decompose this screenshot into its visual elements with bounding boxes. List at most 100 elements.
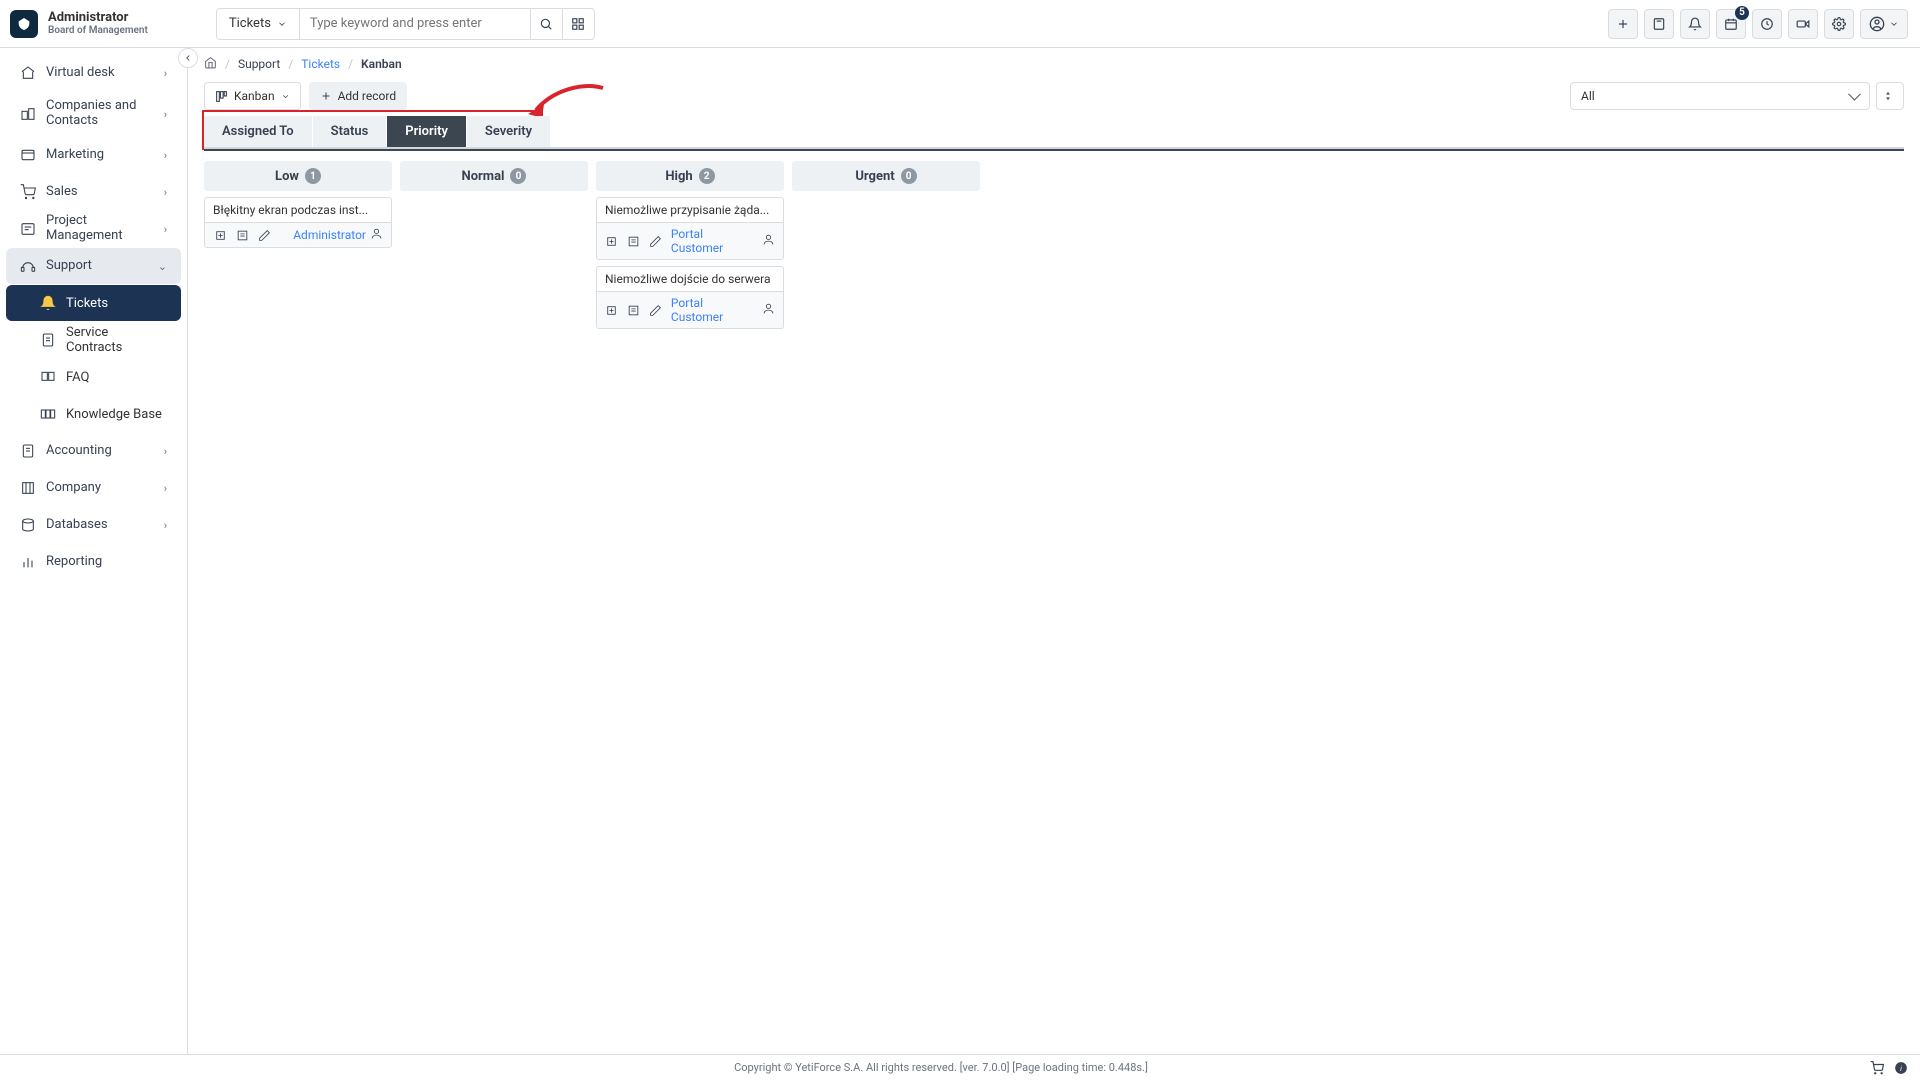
- kanban-card[interactable]: Błękitny ekran podczas inst... Administra…: [204, 197, 392, 248]
- sort-button[interactable]: [1876, 82, 1904, 110]
- tab-assigned-to[interactable]: Assigned To: [204, 116, 313, 147]
- sidebar-item-marketing[interactable]: Marketing›: [6, 137, 181, 173]
- kanban-card-footer: Portal Customer: [597, 223, 783, 259]
- nav-icon: [40, 295, 56, 311]
- expand-card-button[interactable]: [605, 234, 619, 248]
- kanban-card[interactable]: Niemożliwe przypisanie żąda...Portal Cus…: [596, 197, 784, 260]
- sidebar-item-company[interactable]: Company›: [6, 470, 181, 506]
- nav-icon: [40, 369, 56, 385]
- breadcrumb-home[interactable]: [204, 56, 217, 72]
- sidebar-collapse-button[interactable]: [178, 48, 198, 68]
- chevron-right-icon: ›: [164, 482, 167, 495]
- chevron-right-icon: ›: [164, 149, 167, 162]
- history-button[interactable]: [1752, 9, 1782, 39]
- sidebar-subitem-faq[interactable]: FAQ: [6, 359, 181, 395]
- sidebar-item-sales[interactable]: Sales›: [6, 174, 181, 210]
- info-button[interactable]: i: [1894, 1061, 1908, 1075]
- info-icon: i: [1894, 1061, 1908, 1075]
- user-icon: [370, 227, 383, 243]
- app-header: Administrator Board of Management Ticket…: [0, 0, 1920, 48]
- notifications-button[interactable]: [1680, 9, 1710, 39]
- footer-text: Copyright © YetiForce S.A. All rights re…: [12, 1061, 1870, 1074]
- sidebar-item-support[interactable]: Support⌄: [6, 248, 181, 284]
- kanban-column-count: 0: [510, 168, 526, 184]
- expand-card-button[interactable]: [213, 228, 227, 242]
- chevron-right-icon: ›: [164, 223, 167, 236]
- sidebar-item-label: Sales: [46, 185, 154, 200]
- cart-icon: [1870, 1061, 1884, 1075]
- sidebar-item-project-management[interactable]: Project Management›: [6, 211, 181, 247]
- sidebar-item-companies-and-contacts[interactable]: Companies and Contacts›: [6, 92, 181, 136]
- view-switch-button[interactable]: Kanban: [204, 82, 301, 110]
- sort-icon: [1884, 90, 1896, 102]
- tab-severity[interactable]: Severity: [467, 116, 551, 147]
- edit-card-button[interactable]: [257, 228, 271, 242]
- breadcrumb-current: Kanban: [361, 57, 402, 71]
- sidebar-subitem-tickets[interactable]: Tickets: [6, 285, 181, 321]
- calculator-button[interactable]: [1644, 9, 1674, 39]
- details-card-button[interactable]: [627, 303, 641, 317]
- main-panel: / Support / Tickets / Kanban Kanban Add …: [188, 48, 1920, 1054]
- tab-status[interactable]: Status: [313, 116, 388, 147]
- chevron-left-icon: [183, 53, 193, 63]
- app-footer: Copyright © YetiForce S.A. All rights re…: [0, 1054, 1920, 1080]
- nav-icon: [20, 480, 36, 496]
- sidebar-subitem-label: Service Contracts: [66, 325, 167, 355]
- kanban-card-footer: Administrator: [205, 223, 391, 247]
- quick-create-button[interactable]: [1608, 9, 1638, 39]
- chat-button[interactable]: [1788, 9, 1818, 39]
- search-module-label: Tickets: [229, 16, 271, 31]
- global-search-input[interactable]: [300, 9, 530, 39]
- advanced-search-button[interactable]: [562, 9, 594, 39]
- kanban-column-urgent: Urgent0: [792, 161, 980, 191]
- sidebar: Virtual desk›Companies and Contacts›Mark…: [0, 48, 188, 1054]
- brand-logo[interactable]: [10, 10, 38, 38]
- sidebar-item-label: Support: [46, 259, 148, 274]
- chevron-down-icon: [1889, 19, 1899, 29]
- sidebar-item-reporting[interactable]: Reporting: [6, 544, 181, 580]
- search-button[interactable]: [530, 9, 562, 39]
- kanban-card-footer: Portal Customer: [597, 292, 783, 328]
- breadcrumb-parent[interactable]: Tickets: [301, 57, 340, 71]
- kanban-card-title: Niemożliwe dojście do serwera: [597, 267, 783, 292]
- tab-priority[interactable]: Priority: [387, 116, 467, 147]
- brand-block: Administrator Board of Management: [48, 11, 148, 36]
- breadcrumb-module[interactable]: Support: [238, 57, 280, 71]
- svg-text:i: i: [1900, 1063, 1902, 1072]
- kanban-card-title: Błękitny ekran podczas inst...: [205, 198, 391, 223]
- sidebar-subitem-service-contracts[interactable]: Service Contracts: [6, 322, 181, 358]
- kanban-column-count: 1: [305, 168, 321, 184]
- sidebar-item-label: Databases: [46, 518, 154, 533]
- kanban-column-count: 2: [699, 168, 715, 184]
- kanban-card-assignee[interactable]: Portal Customer: [671, 227, 775, 255]
- sidebar-item-accounting[interactable]: Accounting›: [6, 433, 181, 469]
- chevron-down-icon: [277, 19, 287, 29]
- brand-subtitle: Board of Management: [48, 25, 148, 36]
- details-card-button[interactable]: [235, 228, 249, 242]
- sidebar-item-databases[interactable]: Databases›: [6, 507, 181, 543]
- edit-card-button[interactable]: [649, 234, 663, 248]
- kanban-column-high: High2Niemożliwe przypisanie żąda...Porta…: [596, 161, 784, 329]
- search-module-select[interactable]: Tickets: [217, 9, 300, 39]
- kanban-card[interactable]: Niemożliwe dojście do serwera Portal Cust…: [596, 266, 784, 329]
- details-card-button[interactable]: [627, 234, 641, 248]
- assignee-name: Administrator: [293, 228, 366, 242]
- toolbar-right: All: [1570, 82, 1904, 110]
- settings-button[interactable]: [1824, 9, 1854, 39]
- kanban-card-assignee[interactable]: Portal Customer: [671, 296, 775, 324]
- brand-title: Administrator: [48, 11, 148, 25]
- cart-button[interactable]: [1870, 1061, 1884, 1075]
- kanban-card-assignee[interactable]: Administrator: [293, 227, 383, 243]
- sidebar-subitem-knowledge-base[interactable]: Knowledge Base: [6, 396, 181, 432]
- expand-card-button[interactable]: [605, 303, 619, 317]
- breadcrumbs: / Support / Tickets / Kanban: [188, 48, 1920, 76]
- edit-card-button[interactable]: [649, 303, 663, 317]
- sidebar-item-virtual-desk[interactable]: Virtual desk›: [6, 55, 181, 91]
- filter-select[interactable]: All: [1570, 82, 1870, 110]
- user-menu-button[interactable]: [1860, 9, 1908, 39]
- add-record-button[interactable]: Add record: [309, 82, 408, 110]
- calendar-button[interactable]: 5: [1716, 9, 1746, 39]
- sidebar-subitem-label: FAQ: [66, 370, 89, 385]
- kanban-column-title: Normal: [462, 169, 505, 184]
- filter-value: All: [1581, 89, 1595, 103]
